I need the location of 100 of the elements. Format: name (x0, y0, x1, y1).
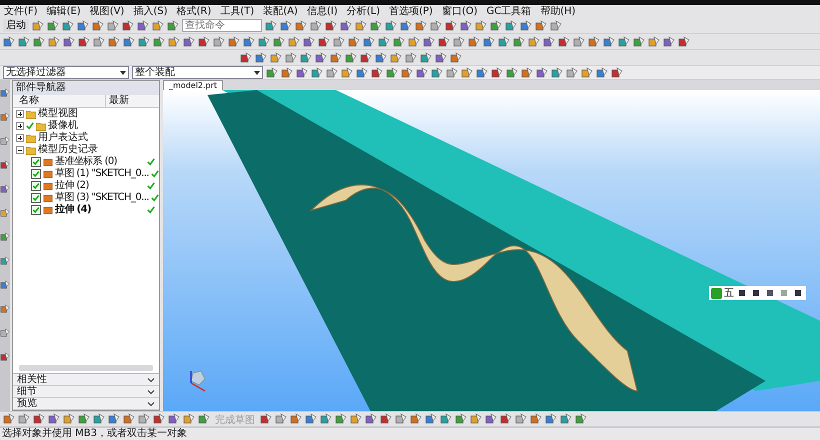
chevron-down-icon[interactable] (147, 400, 155, 406)
tool-icon[interactable] (360, 52, 372, 64)
tool-icon[interactable] (611, 66, 623, 78)
tool-icon[interactable] (315, 52, 327, 64)
column-header[interactable]: 名称 (13, 95, 106, 107)
checkbox[interactable] (31, 193, 41, 203)
menu-item[interactable]: 分析(L) (346, 6, 380, 18)
tree-item[interactable]: 拉伸 (4) (55, 204, 91, 216)
column-header[interactable]: 最新 (106, 95, 129, 107)
file-tab[interactable]: _model2.prt (163, 80, 224, 90)
tool-icon[interactable] (371, 66, 383, 78)
menu-item[interactable]: 信息(I) (306, 6, 338, 18)
tool-icon[interactable] (153, 413, 165, 425)
scroll-bar[interactable] (19, 365, 153, 371)
tree-item[interactable]: 摄像机 (48, 120, 78, 132)
tool-icon[interactable] (558, 36, 570, 48)
tool-icon[interactable] (792, 287, 804, 299)
tool-icon[interactable] (460, 20, 472, 32)
menu-item[interactable]: 帮助(H) (540, 6, 576, 18)
tool-icon[interactable] (0, 160, 10, 170)
checkbox[interactable] (31, 169, 41, 179)
scope-dropdown[interactable]: 整个装配 (132, 66, 263, 79)
tree-item[interactable]: 草图 (1) "SKETCH_0... (55, 168, 149, 180)
tool-icon[interactable] (750, 287, 762, 299)
tool-icon[interactable] (0, 256, 10, 266)
menu-item[interactable]: 窗口(O) (442, 6, 478, 18)
tool-icon[interactable] (0, 232, 10, 242)
tool-icon[interactable] (423, 36, 435, 48)
tool-icon[interactable] (260, 413, 272, 425)
tool-icon[interactable] (122, 20, 134, 32)
expand-icon[interactable] (16, 110, 24, 118)
tool-icon[interactable] (678, 36, 690, 48)
tool-icon[interactable] (435, 52, 447, 64)
tool-icon[interactable] (325, 20, 337, 32)
chevron-down-icon[interactable] (147, 388, 155, 394)
tool-icon[interactable] (183, 36, 195, 48)
tree-item[interactable]: 基准坐标系 (0) (55, 156, 117, 168)
tool-icon[interactable] (0, 88, 10, 98)
tool-icon[interactable] (445, 20, 457, 32)
tree-item[interactable]: 草图 (3) "SKETCH_0... (55, 192, 149, 204)
tool-icon[interactable] (240, 52, 252, 64)
tool-icon[interactable] (736, 287, 748, 299)
checkbox[interactable] (31, 205, 41, 215)
tool-icon[interactable] (318, 36, 330, 48)
chevron-down-icon[interactable] (147, 376, 155, 382)
tree-item[interactable]: 用户表达式 (38, 132, 88, 144)
collapsed-panel[interactable]: 预览 (13, 398, 159, 410)
menu-item[interactable]: 首选项(P) (388, 6, 433, 18)
menu-item[interactable]: 编辑(E) (46, 6, 81, 18)
checkbox[interactable] (31, 181, 41, 191)
collapsed-panel[interactable]: 细节 (13, 386, 159, 398)
tool-icon[interactable] (485, 413, 497, 425)
tool-icon[interactable] (438, 36, 450, 48)
menu-item[interactable]: 格式(R) (176, 6, 212, 18)
tool-icon[interactable] (78, 36, 90, 48)
filter-dropdown[interactable]: 无选择过滤器 (3, 66, 129, 79)
tool-icon[interactable] (48, 413, 60, 425)
caret-icon[interactable] (254, 70, 260, 74)
tool-icon[interactable] (764, 287, 776, 299)
menu-item[interactable]: GC工具箱 (486, 6, 532, 18)
tool-icon[interactable] (296, 66, 308, 78)
menu-item[interactable]: 装配(A) (263, 6, 298, 18)
tool-icon[interactable] (303, 36, 315, 48)
tree-item[interactable]: 模型视图 (38, 108, 78, 120)
tool-icon[interactable] (198, 36, 210, 48)
tool-icon[interactable] (63, 36, 75, 48)
tool-icon[interactable] (500, 413, 512, 425)
menu-item[interactable]: 视图(V) (90, 6, 124, 18)
logo-icon (711, 288, 722, 298)
tool-icon[interactable] (416, 66, 428, 78)
collapse-icon[interactable] (16, 146, 24, 154)
tool-icon[interactable] (137, 20, 149, 32)
tool-icon[interactable] (663, 36, 675, 48)
tree-item[interactable]: 模型历史记录 (38, 144, 98, 156)
expand-icon[interactable] (16, 122, 24, 130)
caret-icon[interactable] (120, 70, 126, 74)
tool-icon[interactable] (536, 66, 548, 78)
tool-icon[interactable] (168, 413, 180, 425)
tool-icon[interactable] (543, 36, 555, 48)
tool-icon[interactable] (33, 413, 45, 425)
tool-icon[interactable] (491, 66, 503, 78)
tool-icon[interactable] (0, 112, 10, 122)
tool-icon[interactable] (365, 413, 377, 425)
tool-icon[interactable] (340, 20, 352, 32)
tool-icon[interactable] (0, 280, 10, 290)
tree-item[interactable]: 拉伸 (2) (55, 180, 89, 192)
menu-item[interactable]: 工具(T) (220, 6, 254, 18)
collapsed-panel[interactable]: 相关性 (13, 374, 159, 386)
search-field[interactable]: 查找命令 (182, 19, 262, 32)
tool-icon[interactable] (0, 184, 10, 194)
menu-item[interactable]: 文件(F) (4, 6, 38, 18)
tool-icon[interactable] (0, 352, 10, 362)
input-mode-label[interactable]: 五 (724, 288, 734, 298)
expand-icon[interactable] (16, 134, 24, 142)
checkbox[interactable] (31, 157, 41, 167)
graphics-viewport[interactable]: 五 (163, 90, 820, 411)
start-button[interactable]: 启动 (3, 19, 29, 32)
tool-icon[interactable] (380, 413, 392, 425)
menu-item[interactable]: 插入(S) (133, 6, 168, 18)
tool-icon[interactable] (0, 304, 10, 314)
